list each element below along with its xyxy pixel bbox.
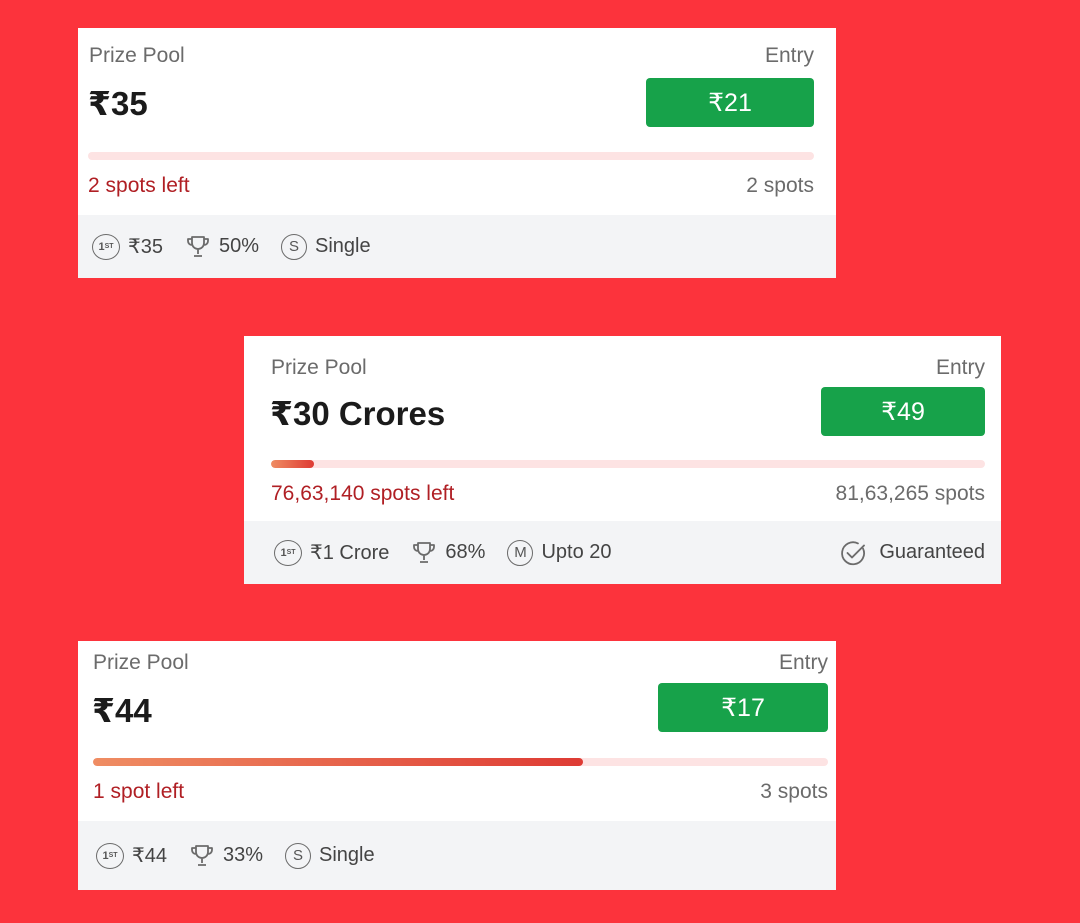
winners-info[interactable]: 68% <box>411 540 485 566</box>
entry-fee-button[interactable]: ₹49 <box>821 387 985 436</box>
entry-fee-button[interactable]: ₹17 <box>658 683 828 732</box>
prize-pool-amount: ₹30 Crores <box>270 395 446 432</box>
trophy-icon <box>185 234 211 260</box>
prize-pool-amount: ₹35 <box>88 85 148 122</box>
entry-type: Single <box>319 844 375 866</box>
spots-progress-fill <box>93 758 584 766</box>
total-spots: 3 spots <box>760 780 828 803</box>
spots-progress-fill <box>271 460 314 468</box>
spots-progress-bar <box>88 152 814 160</box>
spots-left: 1 spot left <box>93 780 185 803</box>
win-percent: 33% <box>222 844 264 866</box>
contest-card[interactable]: Prize Pool Entry ₹30 Crores ₹49 76,63,14… <box>244 336 1001 584</box>
entry-label: Entry <box>778 651 828 674</box>
spots-left: 2 spots left <box>88 174 190 197</box>
win-percent: 50% <box>218 235 260 257</box>
entry-fee-button[interactable]: ₹21 <box>646 78 814 127</box>
single-entry-icon: S <box>281 233 308 260</box>
win-percent: 68% <box>445 541 486 563</box>
first-prize-info[interactable]: 1 ST ₹35 <box>92 233 163 260</box>
prize-pool-label: Prize Pool <box>93 651 189 674</box>
entry-type-info[interactable]: S Single <box>285 842 375 869</box>
entry-type-info[interactable]: M Upto 20 <box>507 539 612 566</box>
first-prize-value: ₹44 <box>132 845 167 867</box>
prize-pool-amount: ₹44 <box>92 692 152 729</box>
first-prize-value: ₹1 Crore <box>310 542 390 564</box>
spots-progress-bar <box>271 460 985 468</box>
entry-label: Entry <box>935 356 985 379</box>
spots-progress-bar <box>93 758 828 766</box>
contest-info-footer: 1 ST ₹1 Crore 68% M Upto 20 Guaranteed <box>244 521 1001 584</box>
guaranteed-label: Guaranteed <box>879 541 985 563</box>
total-spots: 2 spots <box>746 174 814 197</box>
check-circle-icon <box>839 539 867 567</box>
multi-entry-icon: M <box>507 539 534 566</box>
prize-pool-label: Prize Pool <box>271 356 367 379</box>
entry-label: Entry <box>764 44 814 67</box>
first-place-icon: 1 ST <box>92 233 120 260</box>
winners-info[interactable]: 50% <box>185 234 259 260</box>
first-prize-info[interactable]: 1 ST ₹44 <box>96 842 167 869</box>
entry-type: Single <box>315 235 371 257</box>
entry-type-info[interactable]: S Single <box>281 233 371 260</box>
contest-card[interactable]: Prize Pool Entry ₹35 ₹21 2 spots left 2 … <box>78 28 836 278</box>
prize-pool-label: Prize Pool <box>89 44 185 67</box>
entry-type: Upto 20 <box>541 541 612 563</box>
single-entry-icon: S <box>285 842 312 869</box>
spots-left: 76,63,140 spots left <box>271 482 455 505</box>
first-prize-value: ₹35 <box>128 236 163 258</box>
total-spots: 81,63,265 spots <box>835 482 985 505</box>
contest-card[interactable]: Prize Pool Entry ₹44 ₹17 1 spot left 3 s… <box>78 641 836 890</box>
first-place-icon: 1 ST <box>274 539 302 566</box>
contest-info-footer: 1 ST ₹44 33% S Single <box>78 821 836 890</box>
trophy-icon <box>189 843 215 869</box>
first-place-icon: 1 ST <box>96 842 124 869</box>
winners-info[interactable]: 33% <box>189 843 263 869</box>
guaranteed-info[interactable]: Guaranteed <box>839 521 985 584</box>
first-prize-info[interactable]: 1 ST ₹1 Crore <box>274 539 390 566</box>
trophy-icon <box>411 540 437 566</box>
contest-info-footer: 1 ST ₹35 50% S Single <box>78 215 836 278</box>
